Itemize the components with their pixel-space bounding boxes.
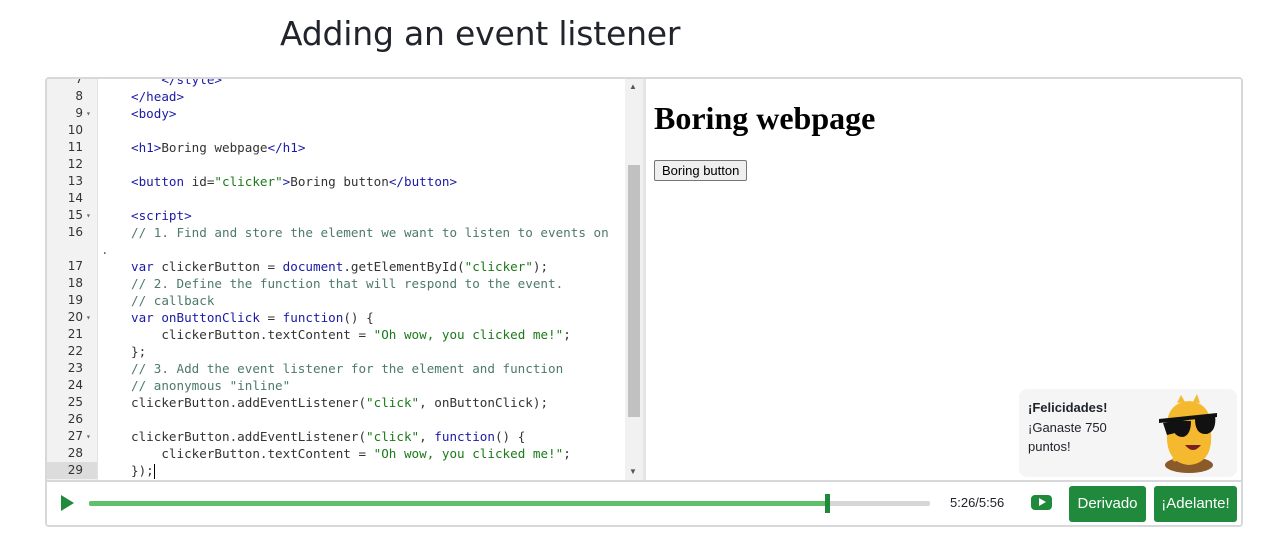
line-number: 17 (67, 259, 83, 273)
fold-arrow-icon[interactable]: ▾ (86, 207, 91, 224)
progress-track[interactable] (89, 494, 930, 513)
line-number: 26 (67, 412, 83, 426)
scroll-up-icon[interactable]: ▲ (629, 82, 637, 91)
code-text: // callback (131, 293, 215, 308)
scroll-down-icon[interactable]: ▼ (629, 467, 637, 476)
line-number: 11 (67, 140, 83, 154)
code-text: // 1. Find and store the element we want… (131, 225, 609, 240)
line-number: 13 (67, 174, 83, 188)
code-line[interactable]: 19 // callback (47, 292, 643, 309)
toast-title: ¡Felicidades! (1028, 400, 1108, 415)
line-number: 29 (47, 462, 97, 479)
code-line[interactable]: 21 clickerButton.textContent = "Oh wow, … (47, 326, 643, 343)
code-text: <button id="clicker">Boring button</butt… (131, 174, 458, 189)
code-line[interactable]: 27 ▾ clickerButton.addEventListener("click… (47, 428, 643, 445)
code-text: clickerButton.addEventListener("click", … (131, 395, 549, 410)
code-text: </style> (161, 79, 223, 87)
editor-scrollbar[interactable]: ▲ ▼ (625, 79, 643, 480)
play-icon[interactable] (61, 495, 74, 511)
mascot-avatar (1159, 394, 1217, 473)
text-cursor (153, 464, 155, 479)
code-line[interactable]: 25 clickerButton.addEventListener("click"… (47, 394, 643, 411)
code-text: var onButtonClick = function() { (131, 310, 374, 325)
page-title: Adding an event listener (280, 14, 681, 53)
line-number: 25 (67, 395, 83, 409)
progress-fill (89, 501, 827, 506)
line-number: 16 (67, 225, 83, 239)
code-text: <body> (131, 106, 177, 121)
fold-arrow-icon[interactable]: ▾ (86, 105, 91, 122)
code-text: }; (131, 344, 147, 359)
code-line[interactable]: 22}; (47, 343, 643, 360)
playback-controls: 5:26/5:56 Derivado ¡Adelante! (47, 480, 1241, 525)
line-number: 8 (75, 89, 83, 103)
code-text: // anonymous "inline" (131, 378, 291, 393)
boring-button[interactable]: Boring button (654, 160, 748, 181)
code-line[interactable]: 14 (47, 190, 643, 207)
line-number: 23 (67, 361, 83, 375)
code-line[interactable]: 29}); (47, 462, 643, 479)
code-line[interactable]: 23 // 3. Add the event listener for the e… (47, 360, 643, 377)
line-number: 22 (67, 344, 83, 358)
code-text: <h1>Boring webpage</h1> (131, 140, 306, 155)
code-line[interactable]: 20 ▾ var onButtonClick = function() { (47, 309, 643, 326)
line-number: 19 (67, 293, 83, 307)
code-line[interactable]: 12 (47, 156, 643, 173)
derivado-button[interactable]: Derivado (1069, 486, 1146, 522)
code-text: </head> (131, 89, 185, 104)
code-text: <script> (131, 208, 192, 223)
code-line[interactable]: 17 var clickerButton = document.getElemen… (47, 258, 643, 275)
code-line[interactable]: 26 (47, 411, 643, 428)
code-line[interactable]: 10 (47, 122, 643, 139)
code-text: var clickerButton = document.getElementB… (131, 259, 549, 274)
code-line[interactable]: 15 ▾ <script> (47, 207, 643, 224)
line-number: 24 (67, 378, 83, 392)
points-toast: ¡Felicidades! ¡Ganaste 750 puntos! (1019, 389, 1237, 477)
code-editor[interactable]: 7 </style> 8 </head> 9 ▾ <body> 10 11 <h1>Boring… (47, 79, 643, 480)
line-number: 18 (67, 276, 83, 290)
code-line[interactable]: 24 // anonymous "inline" (47, 377, 643, 394)
code-line[interactable]: 28 clickerButton.textContent = "Oh wow, … (47, 445, 643, 462)
code-line[interactable]: 8 </head> (47, 88, 643, 105)
code-text: . (101, 242, 109, 257)
time-readout: 5:26/5:56 (950, 495, 1005, 510)
line-number: 7 (75, 79, 83, 86)
code-text: clickerButton.textContent = "Oh wow, you… (131, 327, 571, 342)
video-icon[interactable] (1031, 495, 1052, 510)
output-heading: Boring webpage (654, 100, 876, 136)
output-preview: Boring webpage Boring button ¡Felicidade… (646, 79, 1241, 480)
line-number: 14 (67, 191, 83, 205)
adelante-button[interactable]: ¡Adelante! (1154, 486, 1237, 522)
line-number: 28 (67, 446, 83, 460)
code-line[interactable]: . (47, 241, 643, 258)
code-text: // 2. Define the function that will resp… (131, 276, 564, 291)
scratchpad-frame: 7 </style> 8 </head> 9 ▾ <body> 10 11 <h1>Boring… (45, 77, 1243, 527)
scrollbar-thumb[interactable] (628, 165, 640, 417)
code-text: }); (131, 463, 155, 479)
code-line[interactable]: 7 </style> (47, 79, 643, 88)
code-line[interactable]: 16 // 1. Find and store the element we wa… (47, 224, 643, 241)
fold-arrow-icon[interactable]: ▾ (86, 428, 91, 445)
code-text: clickerButton.textContent = "Oh wow, you… (131, 446, 571, 461)
toast-text: ¡Ganaste 750 puntos! (1028, 420, 1107, 454)
code-line[interactable]: 11 <h1>Boring webpage</h1> (47, 139, 643, 156)
code-line[interactable]: 18 // 2. Define the function that will re… (47, 275, 643, 292)
fold-arrow-icon[interactable]: ▾ (86, 309, 91, 326)
line-number: 21 (67, 327, 83, 341)
code-line[interactable]: 9 ▾ <body> (47, 105, 643, 122)
progress-handle[interactable] (824, 494, 830, 513)
code-text: clickerButton.addEventListener("click", … (131, 429, 526, 444)
line-number: 12 (67, 157, 83, 171)
code-line[interactable]: 13 <button id="clicker">Boring button</bu… (47, 173, 643, 190)
line-number: 10 (67, 123, 83, 137)
code-text: // 3. Add the event listener for the ele… (131, 361, 564, 376)
